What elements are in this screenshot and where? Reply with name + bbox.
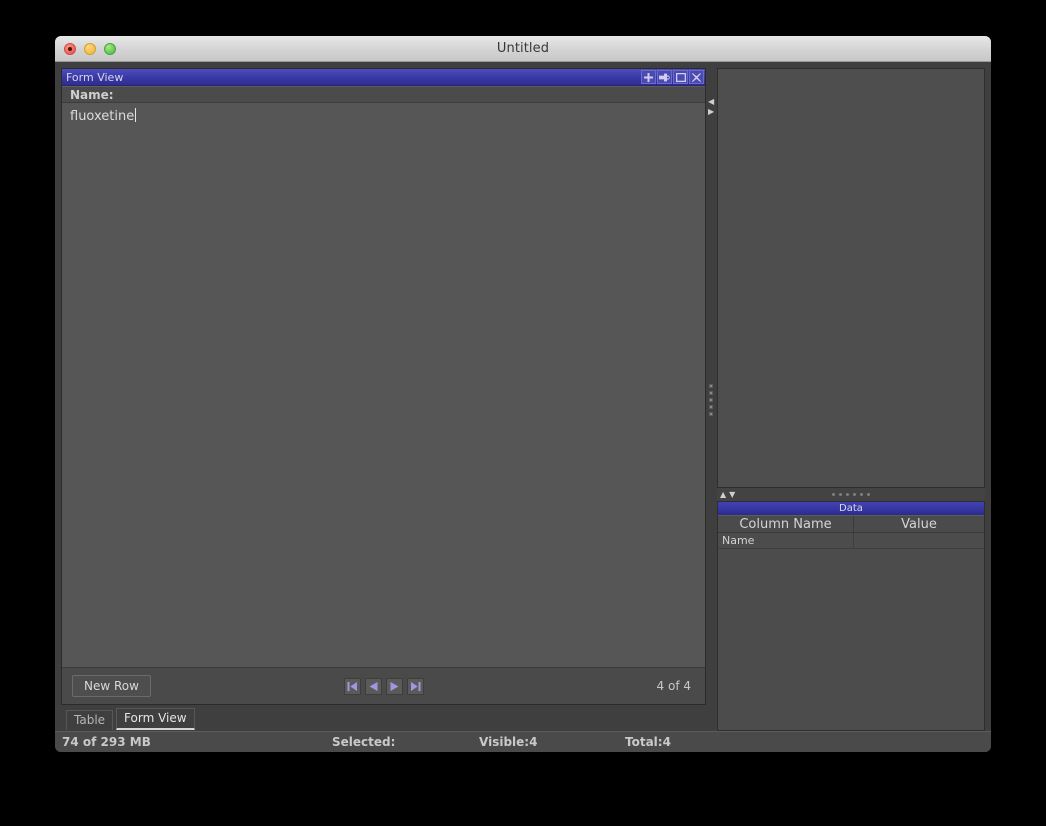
chevron-up-icon[interactable]: ▲ [720, 490, 726, 499]
add-button[interactable] [641, 70, 656, 84]
status-total: Total:4 [625, 735, 671, 749]
field-label: Name: [70, 87, 114, 102]
last-record-button[interactable] [406, 677, 424, 695]
traffic-light-group [64, 36, 116, 62]
field-label-header: Name: [62, 86, 705, 103]
form-area: Name: fluoxetine [62, 86, 705, 667]
right-pane: ▲ ▼ Data Column Name Value Name [717, 68, 985, 731]
form-view-window-buttons [641, 70, 705, 84]
pin-icon [659, 73, 670, 82]
window-close-button[interactable] [64, 43, 76, 55]
preview-panel [717, 68, 985, 488]
data-panel-title: Data [839, 503, 863, 514]
first-record-button[interactable] [343, 677, 361, 695]
vertical-splitter-grip[interactable] [709, 383, 713, 416]
name-input[interactable]: fluoxetine [66, 108, 137, 124]
record-counter: 4 of 4 [656, 679, 691, 693]
maximize-button[interactable] [673, 70, 688, 84]
column-header-column-name[interactable]: Column Name [718, 516, 854, 532]
status-bar: 74 of 293 MB Selected: Visible:4 Total:4 [55, 731, 991, 752]
record-navigation [343, 677, 424, 695]
form-view-footer: New Row 4 of 4 [62, 667, 705, 704]
form-view-title: Form View [66, 70, 124, 84]
form-view-window: Form View Name: fluoxetine New Row 4 of … [61, 68, 706, 705]
left-pane: Form View Name: fluoxetine New Row 4 of … [61, 68, 706, 731]
skip-last-icon [410, 681, 421, 692]
data-panel-titlebar[interactable]: Data [718, 502, 984, 515]
column-header-value[interactable]: Value [854, 516, 984, 532]
previous-record-button[interactable] [364, 677, 382, 695]
status-selected: Selected: [332, 735, 396, 749]
table-row[interactable]: Name [718, 533, 984, 549]
chevron-left-icon[interactable]: ◀ [708, 98, 714, 106]
detach-button[interactable] [657, 70, 672, 84]
data-table-header: Column Name Value [718, 515, 984, 533]
chevron-down-icon[interactable]: ▼ [729, 490, 735, 499]
close-icon [692, 72, 701, 82]
previous-icon [368, 681, 379, 692]
horizontal-splitter[interactable]: ▲ ▼ [717, 488, 985, 501]
skip-first-icon [347, 681, 358, 692]
plus-icon [644, 72, 653, 82]
name-input-text: fluoxetine [70, 109, 135, 124]
window-minimize-button[interactable] [84, 43, 96, 55]
application-window: Untitled Form View Name: fluoxetine New … [55, 36, 991, 752]
text-caret [135, 108, 137, 122]
field-value-row[interactable]: fluoxetine [62, 103, 705, 667]
next-icon [389, 681, 400, 692]
horizontal-splitter-grip[interactable] [832, 493, 870, 496]
window-titlebar: Untitled [55, 36, 991, 62]
window-maximize-button[interactable] [104, 43, 116, 55]
view-tab-strip: Table Form View [61, 705, 706, 731]
window-title: Untitled [496, 41, 550, 56]
maximize-icon [675, 72, 686, 82]
chevron-right-icon[interactable]: ▶ [708, 108, 714, 116]
status-memory: 74 of 293 MB [62, 735, 151, 749]
new-row-button[interactable]: New Row [72, 675, 151, 697]
form-view-titlebar[interactable]: Form View [62, 69, 705, 86]
close-button[interactable] [689, 70, 704, 84]
data-table-body: Name [718, 533, 984, 730]
vertical-splitter[interactable]: ◀ ▶ [706, 68, 717, 731]
cell-value[interactable] [854, 533, 984, 548]
tab-form-view[interactable]: Form View [116, 708, 195, 730]
cell-column-name[interactable]: Name [718, 533, 854, 548]
status-visible: Visible:4 [479, 735, 538, 749]
window-body: Form View Name: fluoxetine New Row 4 of … [55, 62, 991, 731]
data-panel: Data Column Name Value Name [717, 501, 985, 731]
next-record-button[interactable] [385, 677, 403, 695]
tab-table[interactable]: Table [66, 710, 114, 730]
content-row: Form View Name: fluoxetine New Row 4 of … [61, 68, 985, 731]
